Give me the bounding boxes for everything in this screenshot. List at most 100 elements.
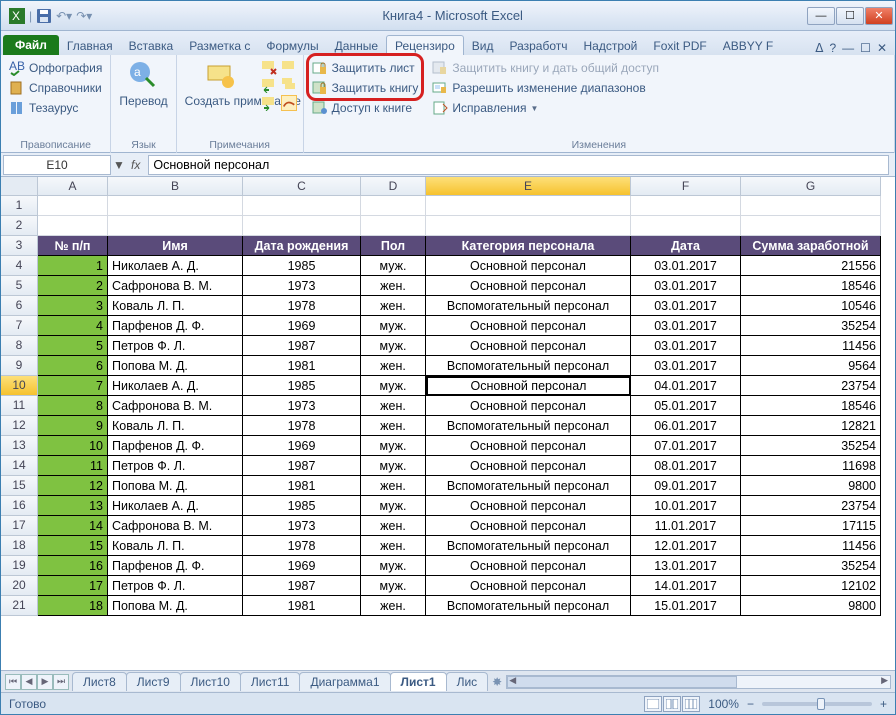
cell[interactable]	[426, 216, 631, 236]
cell-date[interactable]: 03.01.2017	[631, 316, 741, 336]
sheet-tab[interactable]: Лист10	[180, 672, 241, 691]
spelling-button[interactable]: ABCОрфография	[7, 59, 104, 77]
cell-sum[interactable]: 23754	[741, 376, 881, 396]
cell-sex[interactable]: жен.	[361, 356, 426, 376]
cell-birth[interactable]: 1969	[243, 436, 361, 456]
cell-number[interactable]: 16	[38, 556, 108, 576]
tab-last-button[interactable]: ⏭	[53, 674, 69, 690]
cell-category[interactable]: Вспомогательный персонал	[426, 296, 631, 316]
close-button[interactable]: ✕	[865, 7, 893, 25]
cell-sex[interactable]: муж.	[361, 316, 426, 336]
cell-sum[interactable]: 23754	[741, 496, 881, 516]
sheet-tab[interactable]: Лис	[446, 672, 489, 691]
col-header[interactable]: F	[631, 177, 741, 196]
col-header[interactable]: E	[426, 177, 631, 196]
tab-file[interactable]: Файл	[3, 35, 59, 55]
table-header-cell[interactable]: Имя	[108, 236, 243, 256]
tab-foxit[interactable]: Foxit PDF	[645, 36, 714, 55]
cell[interactable]	[243, 216, 361, 236]
cell-sum[interactable]: 11698	[741, 456, 881, 476]
cell[interactable]	[361, 216, 426, 236]
tab-developer[interactable]: Разработч	[501, 36, 575, 55]
cell-name[interactable]: Сафронова В. М.	[108, 276, 243, 296]
cell-sex[interactable]: муж.	[361, 576, 426, 596]
cell-birth[interactable]: 1978	[243, 296, 361, 316]
cell-name[interactable]: Попова М. Д.	[108, 476, 243, 496]
tab-next-button[interactable]: ▶	[37, 674, 53, 690]
cell-category[interactable]: Вспомогательный персонал	[426, 596, 631, 616]
cell-number[interactable]: 5	[38, 336, 108, 356]
cell-date[interactable]: 03.01.2017	[631, 276, 741, 296]
delete-comment-icon[interactable]	[261, 59, 277, 75]
tab-layout[interactable]: Разметка с	[181, 36, 258, 55]
row-header[interactable]: 17	[1, 516, 38, 536]
sheet-tab[interactable]: Лист1	[390, 672, 447, 691]
cell-birth[interactable]: 1985	[243, 496, 361, 516]
cell-name[interactable]: Сафронова В. М.	[108, 516, 243, 536]
cell-birth[interactable]: 1987	[243, 576, 361, 596]
cell-sum[interactable]: 18546	[741, 276, 881, 296]
cell-date[interactable]: 03.01.2017	[631, 296, 741, 316]
save-icon[interactable]	[36, 8, 52, 24]
wb-restore-button[interactable]: ☐	[860, 41, 871, 55]
cell-name[interactable]: Парфенов Д. Ф.	[108, 436, 243, 456]
cell-number[interactable]: 3	[38, 296, 108, 316]
cell[interactable]	[426, 196, 631, 216]
col-header[interactable]: G	[741, 177, 881, 196]
cell-sex[interactable]: жен.	[361, 476, 426, 496]
cell-birth[interactable]: 1987	[243, 456, 361, 476]
zoom-slider[interactable]	[762, 702, 872, 706]
cell-date[interactable]: 05.01.2017	[631, 396, 741, 416]
maximize-button[interactable]: ☐	[836, 7, 864, 25]
cell-category[interactable]: Основной персонал	[426, 456, 631, 476]
table-header-cell[interactable]: Дата	[631, 236, 741, 256]
cell-sex[interactable]: муж.	[361, 556, 426, 576]
cell-sex[interactable]: муж.	[361, 496, 426, 516]
cell-category[interactable]: Основной персонал	[426, 336, 631, 356]
minimize-button[interactable]: —	[807, 7, 835, 25]
cell-date[interactable]: 06.01.2017	[631, 416, 741, 436]
zoom-out-button[interactable]: −	[747, 697, 754, 711]
cell-name[interactable]: Коваль Л. П.	[108, 416, 243, 436]
cell-sex[interactable]: муж.	[361, 456, 426, 476]
cell-birth[interactable]: 1981	[243, 596, 361, 616]
table-header-cell[interactable]: Пол	[361, 236, 426, 256]
cell-name[interactable]: Парфенов Д. Ф.	[108, 316, 243, 336]
cell-sum[interactable]: 9800	[741, 476, 881, 496]
cell-number[interactable]: 4	[38, 316, 108, 336]
cell-sex[interactable]: жен.	[361, 276, 426, 296]
col-header[interactable]: B	[108, 177, 243, 196]
table-header-cell[interactable]: Сумма заработной	[741, 236, 881, 256]
cell-sum[interactable]: 18546	[741, 396, 881, 416]
row-header[interactable]: 14	[1, 456, 38, 476]
cell-birth[interactable]: 1969	[243, 316, 361, 336]
cell-sum[interactable]: 12102	[741, 576, 881, 596]
prev-comment-icon[interactable]	[261, 77, 277, 93]
cell-category[interactable]: Вспомогательный персонал	[426, 356, 631, 376]
cell-category[interactable]: Основной персонал	[426, 496, 631, 516]
row-header[interactable]: 5	[1, 276, 38, 296]
cell[interactable]	[741, 196, 881, 216]
share-workbook-button[interactable]: Доступ к книге	[310, 99, 421, 117]
help-icon[interactable]: ?	[829, 41, 836, 55]
cell-name[interactable]: Попова М. Д.	[108, 356, 243, 376]
row-header[interactable]: 8	[1, 336, 38, 356]
cell-date[interactable]: 14.01.2017	[631, 576, 741, 596]
cell-name[interactable]: Сафронова В. М.	[108, 396, 243, 416]
undo-button[interactable]: ↶▾	[56, 9, 72, 23]
cell-sum[interactable]: 35254	[741, 436, 881, 456]
cell-category[interactable]: Основной персонал	[426, 316, 631, 336]
protect-sheet-button[interactable]: Защитить лист	[310, 59, 421, 77]
cell-date[interactable]: 03.01.2017	[631, 336, 741, 356]
cell[interactable]	[38, 196, 108, 216]
tab-review[interactable]: Рецензиро	[386, 35, 464, 55]
cell-sex[interactable]: жен.	[361, 536, 426, 556]
cell-date[interactable]: 13.01.2017	[631, 556, 741, 576]
new-sheet-button[interactable]: ✸	[492, 675, 502, 689]
cell-category[interactable]: Вспомогательный персонал	[426, 476, 631, 496]
cell-birth[interactable]: 1985	[243, 376, 361, 396]
cell-date[interactable]: 04.01.2017	[631, 376, 741, 396]
row-header[interactable]: 9	[1, 356, 38, 376]
cell-number[interactable]: 8	[38, 396, 108, 416]
row-header[interactable]: 4	[1, 256, 38, 276]
